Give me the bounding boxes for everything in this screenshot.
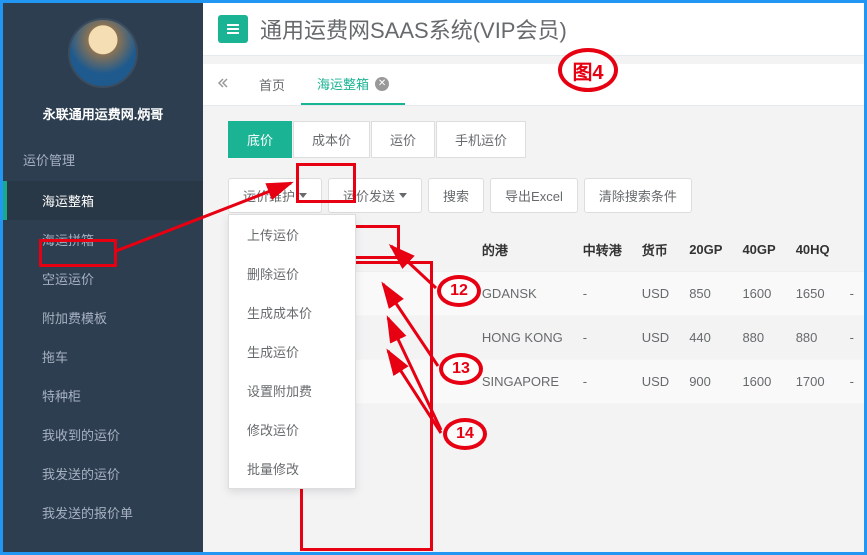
nav-item-special[interactable]: 特种柜 — [3, 376, 203, 415]
chevron-down-icon — [299, 193, 307, 198]
page-title: 通用运费网SAAS系统(VIP会员) — [260, 13, 567, 45]
close-icon[interactable]: ✕ — [375, 77, 389, 91]
dropdown-item-gencost[interactable]: 生成成本价 — [229, 293, 355, 332]
sidebar: 永联通用运费网.炳哥 运价管理 海运整箱 海运拼箱 空运运价 附加费模板 拖车 … — [3, 3, 203, 552]
cell-port: HONG KONG — [472, 316, 573, 360]
tab-fcl-label: 海运整箱 — [317, 74, 369, 93]
cell-port: SINGAPORE — [472, 360, 573, 404]
th-20gp[interactable]: 20GP — [679, 228, 732, 272]
tab-fcl[interactable]: 海运整箱 ✕ — [301, 64, 405, 105]
double-chevron-left-icon — [217, 77, 229, 89]
dropdown-item-delete[interactable]: 删除运价 — [229, 254, 355, 293]
chevron-down-icon — [399, 193, 407, 198]
price-tab-cost[interactable]: 成本价 — [293, 121, 370, 158]
dropdown-item-batch[interactable]: 批量修改 — [229, 449, 355, 488]
avatar[interactable] — [68, 18, 138, 88]
nav-section-title[interactable]: 运价管理 — [3, 138, 203, 181]
cell-20gp: 440 — [679, 316, 732, 360]
send-label: 运价发送 — [343, 186, 395, 205]
cell-dash: - — [840, 360, 864, 404]
dropdown-item-upload[interactable]: 上传运价 — [229, 215, 355, 254]
nav-item-fcl[interactable]: 海运整箱 — [3, 181, 203, 220]
cell-20gp: 850 — [679, 272, 732, 316]
dropdown-item-genrate[interactable]: 生成运价 — [229, 332, 355, 371]
nav-item-truck[interactable]: 拖车 — [3, 337, 203, 376]
cell-port: GDANSK — [472, 272, 573, 316]
cell-40gp: 880 — [732, 316, 785, 360]
tab-bar: 首页 海运整箱 ✕ — [203, 64, 864, 106]
content-area: 底价 成本价 运价 手机运价 运价维护 运价发送 搜索 导出Excel 清除搜索… — [203, 106, 864, 552]
clear-button[interactable]: 清除搜索条件 — [584, 178, 692, 213]
th-40hq[interactable]: 40HQ — [786, 228, 840, 272]
cell-trans: - — [573, 272, 632, 316]
nav-item-air[interactable]: 空运运价 — [3, 259, 203, 298]
cell-40hq: 1650 — [786, 272, 840, 316]
cell-20gp: 900 — [679, 360, 732, 404]
nav-item-received[interactable]: 我收到的运价 — [3, 415, 203, 454]
send-dropdown-button[interactable]: 运价发送 — [328, 178, 422, 213]
cell-dash: - — [840, 316, 864, 360]
cell-curr: USD — [632, 360, 679, 404]
nav-item-sent-price[interactable]: 我发送的运价 — [3, 454, 203, 493]
main-area: 通用运费网SAAS系统(VIP会员) 首页 海运整箱 ✕ 底价 成本价 运价 手… — [203, 3, 864, 552]
tab-prev-button[interactable] — [203, 67, 243, 102]
cell-trans: - — [573, 360, 632, 404]
th-trans[interactable]: 中转港 — [573, 228, 632, 272]
th-port[interactable]: 的港 — [472, 228, 573, 272]
nav-item-surcharge-template[interactable]: 附加费模板 — [3, 298, 203, 337]
cell-trans: - — [573, 316, 632, 360]
cell-dash: - — [840, 272, 864, 316]
cell-40gp: 1600 — [732, 360, 785, 404]
hamburger-icon — [226, 22, 240, 36]
export-button[interactable]: 导出Excel — [490, 178, 578, 213]
price-tab-mobile[interactable]: 手机运价 — [436, 121, 526, 158]
toolbar: 运价维护 运价发送 搜索 导出Excel 清除搜索条件 上传运价 删除运价 生成… — [228, 178, 864, 213]
menu-toggle-button[interactable] — [218, 15, 248, 43]
username: 永联通用运费网.炳哥 — [3, 99, 203, 138]
price-tab-base[interactable]: 底价 — [228, 121, 292, 158]
dropdown-item-surcharge[interactable]: 设置附加费 — [229, 371, 355, 410]
nav-item-lcl[interactable]: 海运拼箱 — [3, 220, 203, 259]
price-tab-rate[interactable]: 运价 — [371, 121, 435, 158]
cell-curr: USD — [632, 272, 679, 316]
tab-home-label: 首页 — [259, 75, 285, 94]
maintain-label: 运价维护 — [243, 186, 295, 205]
price-tab-group: 底价 成本价 运价 手机运价 — [228, 121, 864, 158]
tab-home[interactable]: 首页 — [243, 65, 301, 104]
header: 通用运费网SAAS系统(VIP会员) — [203, 3, 864, 56]
maintain-dropdown-menu: 上传运价 删除运价 生成成本价 生成运价 设置附加费 修改运价 批量修改 — [228, 214, 356, 489]
maintain-dropdown-button[interactable]: 运价维护 — [228, 178, 322, 213]
nav-item-sent-quote[interactable]: 我发送的报价单 — [3, 493, 203, 532]
th-curr[interactable]: 货币 — [632, 228, 679, 272]
cell-40gp: 1600 — [732, 272, 785, 316]
avatar-section — [3, 3, 203, 99]
cell-40hq: 1700 — [786, 360, 840, 404]
search-button[interactable]: 搜索 — [428, 178, 484, 213]
cell-40hq: 880 — [786, 316, 840, 360]
dropdown-item-modify[interactable]: 修改运价 — [229, 410, 355, 449]
th-40gp[interactable]: 40GP — [732, 228, 785, 272]
cell-curr: USD — [632, 316, 679, 360]
